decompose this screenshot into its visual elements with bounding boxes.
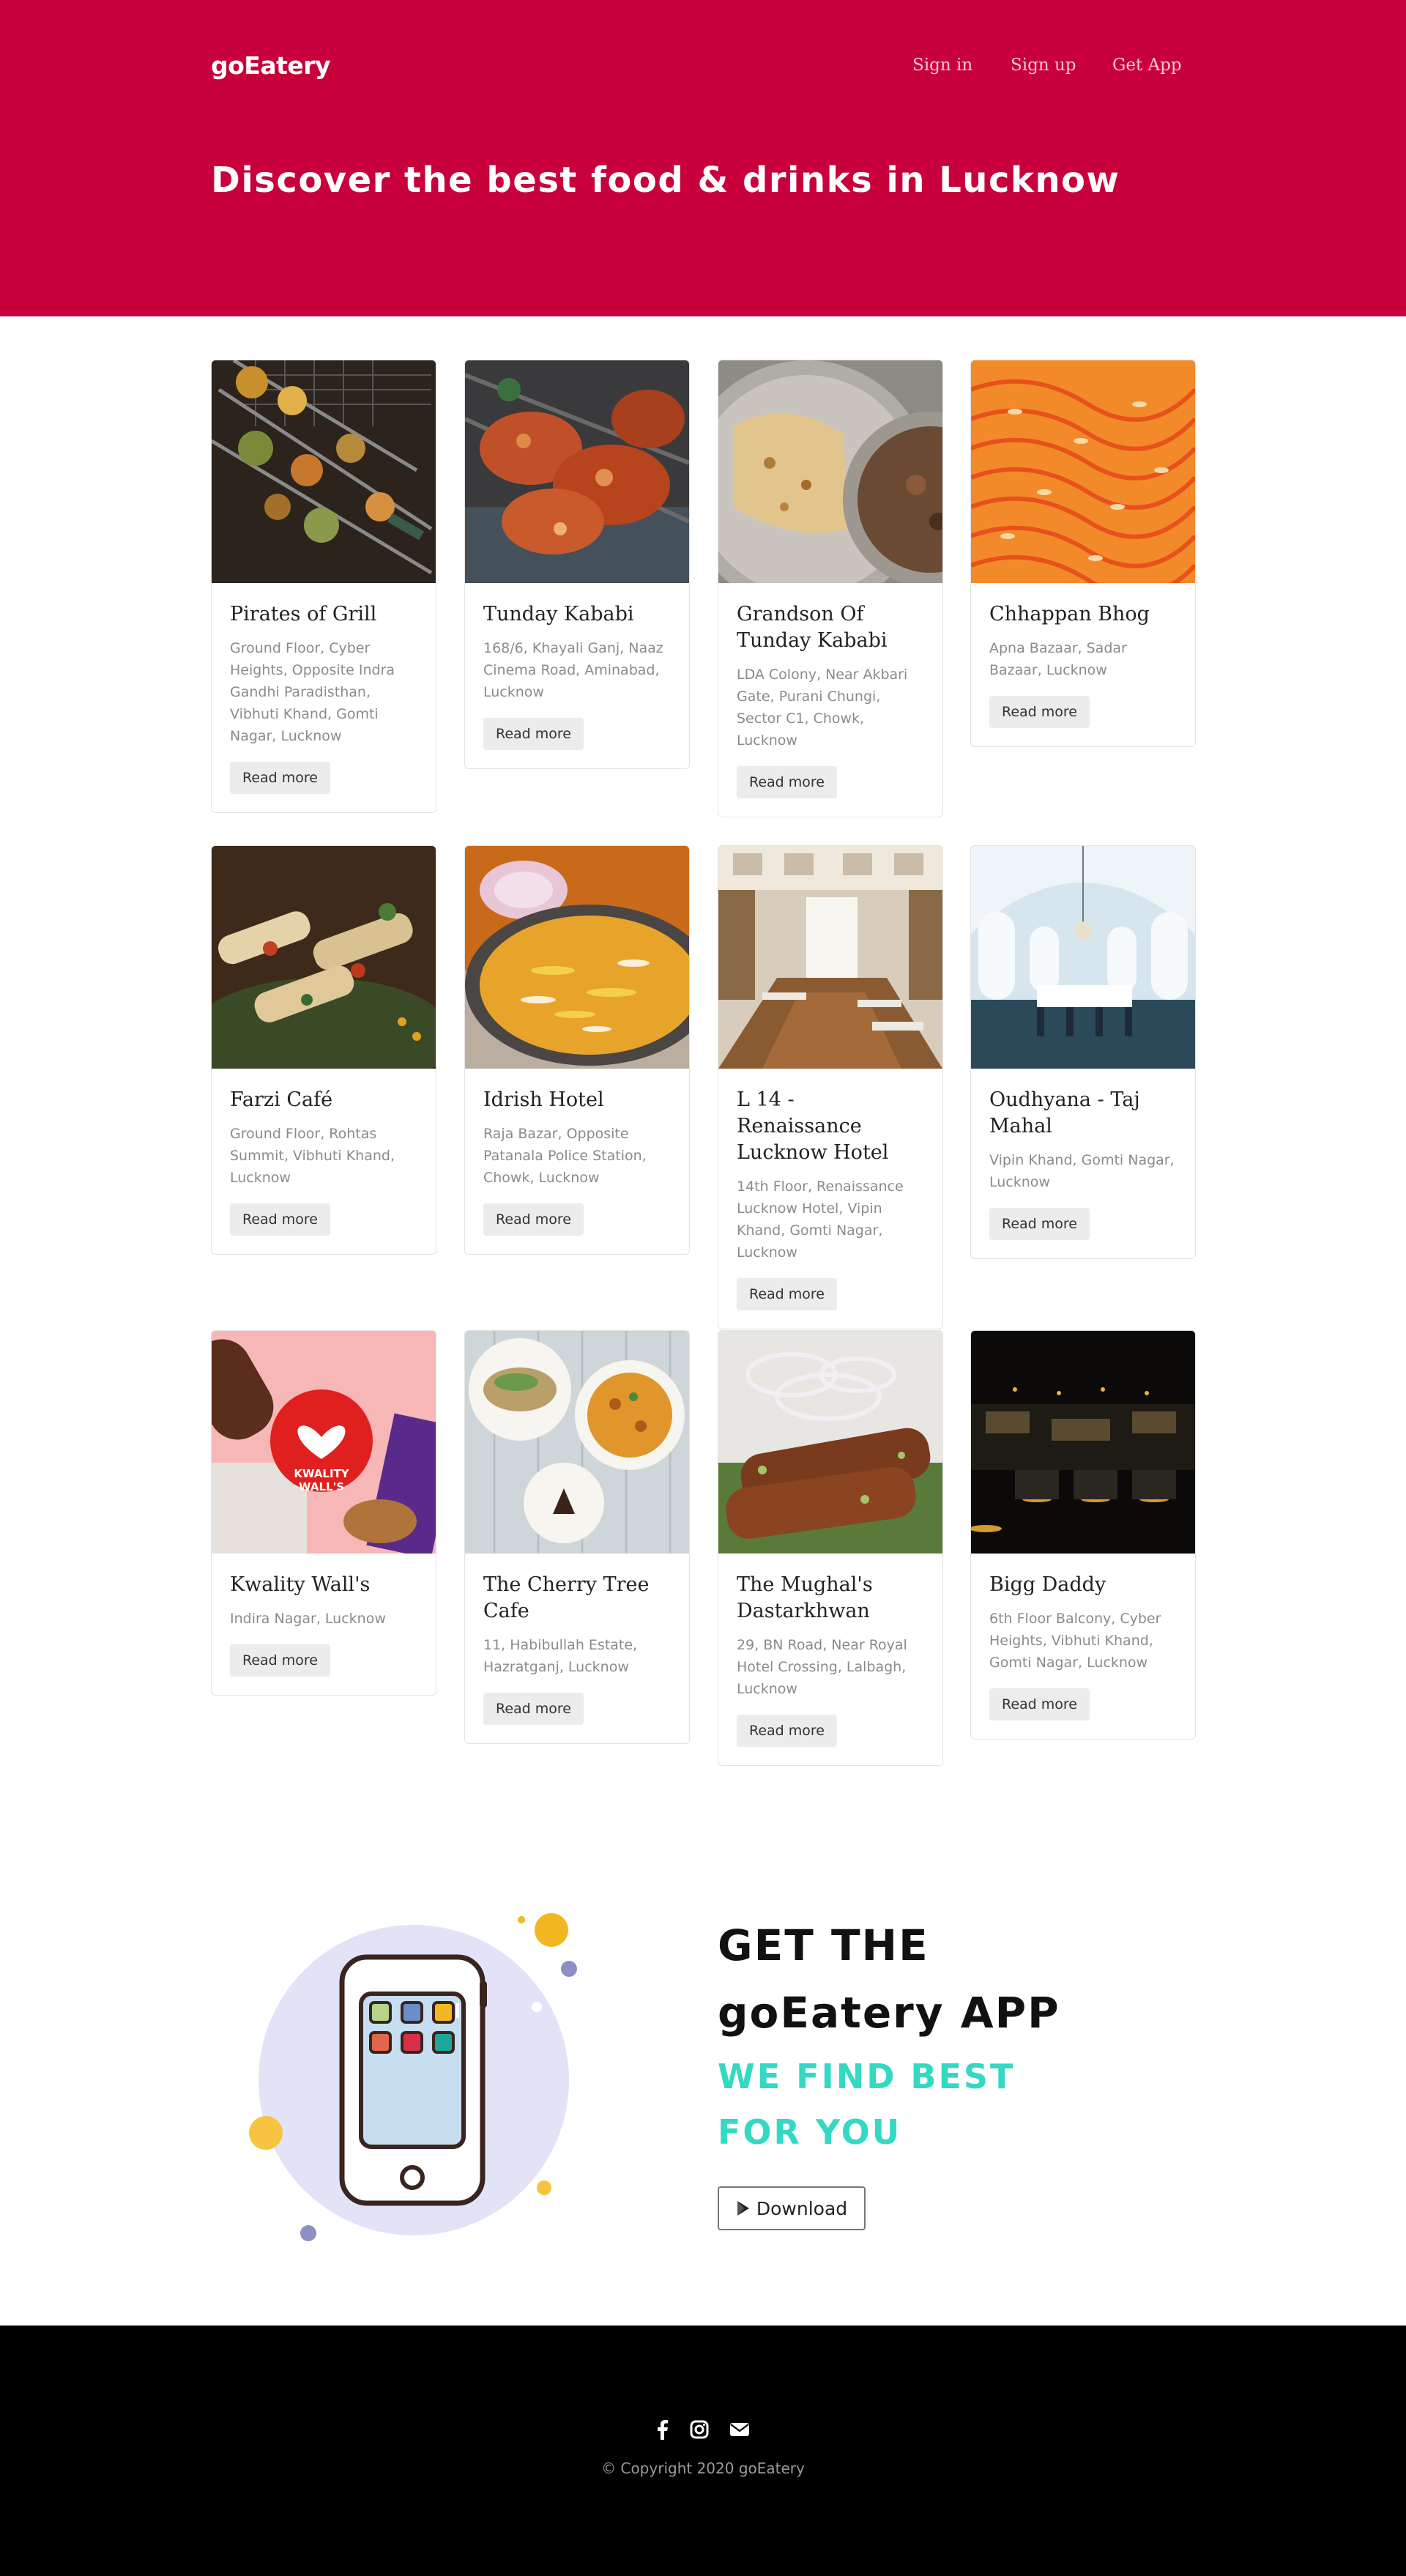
restaurant-address: Apna Bazaar, Sadar Bazaar, Lucknow [989, 640, 1127, 678]
app-heading-line: goEatery APP [718, 1988, 1060, 2038]
restaurant-image[interactable] [718, 360, 942, 583]
restaurant-name: Farzi Café [230, 1088, 333, 1111]
restaurant-image[interactable] [971, 360, 1195, 583]
read-more-button[interactable]: Read more [989, 696, 1090, 728]
restaurant-card: Idrish Hotel Raja Bazar, Opposite Patana… [464, 845, 690, 1255]
download-button[interactable]: Download [718, 2186, 866, 2230]
restaurant-image[interactable] [465, 846, 689, 1069]
facebook-icon[interactable] [652, 2419, 673, 2440]
read-more-button[interactable]: Read more [483, 718, 584, 750]
app-heading: GET THE goEatery APP [718, 1912, 1060, 2046]
restaurant-name: The Cherry Tree Cafe [483, 1573, 650, 1622]
restaurant-image[interactable] [971, 846, 1195, 1069]
download-label: Download [756, 2197, 848, 2219]
restaurant-image[interactable] [465, 1331, 689, 1554]
restaurant-name: Tunday Kababi [483, 603, 634, 626]
restaurant-name: Pirates of Grill [230, 603, 377, 626]
read-more-button[interactable]: Read more [483, 1203, 584, 1236]
read-more-button[interactable]: Read more [230, 1644, 330, 1677]
envelope-icon[interactable] [729, 2419, 750, 2440]
restaurant-image[interactable] [212, 846, 436, 1069]
nav-get-app[interactable]: Get App [1112, 56, 1182, 75]
restaurant-name: Idrish Hotel [483, 1088, 604, 1111]
restaurant-address: Vipin Khand, Gomti Nagar, Lucknow [989, 1152, 1175, 1190]
restaurant-card: The Mughal's Dastarkhwan 29, BN Road, Ne… [718, 1330, 943, 1766]
restaurant-address: 14th Floor, Renaissance Lucknow Hotel, V… [737, 1178, 904, 1261]
restaurant-address: 168/6, Khayali Ganj, Naaz Cinema Road, A… [483, 640, 663, 700]
restaurant-name: The Mughal's Dastarkhwan [737, 1573, 873, 1622]
restaurant-image[interactable]: KWALITY WALL'S [212, 1331, 436, 1554]
read-more-button[interactable]: Read more [737, 1715, 837, 1747]
restaurant-image[interactable] [718, 846, 942, 1069]
read-more-button[interactable]: Read more [989, 1208, 1090, 1240]
read-more-button[interactable]: Read more [483, 1693, 584, 1725]
footer [0, 2326, 1406, 2576]
restaurant-name: L 14 - Renaissance Lucknow Hotel [737, 1088, 889, 1164]
read-more-button[interactable]: Read more [737, 766, 837, 798]
brand-logo[interactable]: goEatery [211, 51, 331, 80]
restaurant-card: Farzi Café Ground Floor, Rohtas Summit, … [211, 845, 436, 1255]
restaurant-card: Pirates of Grill Ground Floor, Cyber Hei… [211, 360, 436, 813]
restaurant-image[interactable] [465, 360, 689, 583]
restaurant-address: Raja Bazar, Opposite Patanala Police Sta… [483, 1126, 647, 1186]
restaurant-card: Tunday Kababi 168/6, Khayali Ganj, Naaz … [464, 360, 690, 769]
restaurant-address: LDA Colony, Near Akbari Gate, Purani Chu… [737, 667, 908, 749]
restaurant-image[interactable] [718, 1331, 942, 1554]
restaurant-address: 11, Habibullah Estate, Hazratganj, Luckn… [483, 1637, 638, 1675]
restaurant-card: Chhappan Bhog Apna Bazaar, Sadar Bazaar,… [970, 360, 1196, 747]
restaurant-address: Ground Floor, Rohtas Summit, Vibhuti Kha… [230, 1126, 395, 1186]
phone-illustration [249, 1913, 577, 2241]
restaurant-address: Indira Nagar, Lucknow [230, 1611, 386, 1627]
restaurant-address: Ground Floor, Cyber Heights, Opposite In… [230, 640, 395, 744]
restaurant-card: Bigg Daddy 6th Floor Balcony, Cyber Heig… [970, 1330, 1196, 1740]
restaurant-card: Grandson Of Tunday Kababi LDA Colony, Ne… [718, 360, 943, 817]
copyright-text: © Copyright 2020 goEatery [601, 2460, 805, 2477]
restaurant-image[interactable] [212, 360, 436, 583]
app-tagline-line: WE FIND BEST [718, 2057, 1016, 2096]
restaurant-card: L 14 - Renaissance Lucknow Hotel 14th Fl… [718, 845, 943, 1329]
restaurant-image[interactable] [971, 1331, 1195, 1554]
restaurant-name: Grandson Of Tunday Kababi [737, 603, 888, 652]
read-more-button[interactable]: Read more [230, 1203, 330, 1236]
read-more-button[interactable]: Read more [737, 1278, 837, 1310]
restaurant-card: KWALITY WALL'S Kwality Wall's Indira Nag… [211, 1330, 436, 1696]
nav-sign-up[interactable]: Sign up [1011, 56, 1076, 75]
hero-header [0, 0, 1406, 316]
app-tagline: WE FIND BEST FOR YOU [718, 2049, 1015, 2160]
app-tagline-line: FOR YOU [718, 2112, 902, 2152]
restaurant-address: 29, BN Road, Near Royal Hotel Crossing, … [737, 1637, 907, 1697]
page-title: Discover the best food & drinks in Luckn… [211, 160, 1120, 201]
read-more-button[interactable]: Read more [989, 1688, 1090, 1721]
restaurant-name: Kwality Wall's [230, 1573, 371, 1596]
restaurant-address: 6th Floor Balcony, Cyber Heights, Vibhut… [989, 1611, 1161, 1671]
instagram-icon[interactable] [689, 2419, 710, 2440]
restaurant-name: Chhappan Bhog [989, 603, 1150, 626]
brand-logo-text: WALL'S [299, 1480, 344, 1493]
restaurant-card: Oudhyana - Taj Mahal Vipin Khand, Gomti … [970, 845, 1196, 1259]
brand-logo-text: KWALITY [294, 1467, 349, 1480]
restaurant-name: Bigg Daddy [989, 1573, 1106, 1596]
nav-sign-in[interactable]: Sign in [912, 56, 972, 75]
restaurant-card: The Cherry Tree Cafe 11, Habibullah Esta… [464, 1330, 690, 1744]
restaurant-name: Oudhyana - Taj Mahal [989, 1088, 1140, 1137]
google-play-icon [737, 2201, 749, 2216]
read-more-button[interactable]: Read more [230, 762, 330, 794]
app-heading-line: GET THE [718, 1920, 929, 1970]
